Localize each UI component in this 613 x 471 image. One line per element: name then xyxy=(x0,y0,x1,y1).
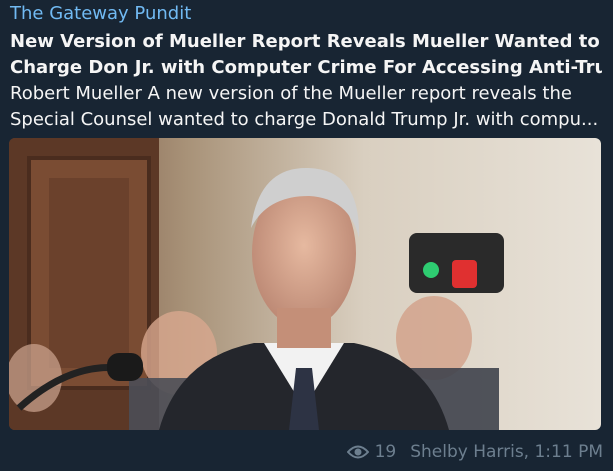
link-preview-description: Robert Mueller A new version of the Muel… xyxy=(10,81,602,133)
summary-line-1: Robert Mueller A new version of the Muel… xyxy=(10,83,572,104)
link-preview-title[interactable]: New Version of Mueller Report Reveals Mu… xyxy=(10,29,602,81)
summary-line-2: Special Counsel wanted to charge Donald … xyxy=(10,109,599,130)
message-bubble[interactable]: The Gateway Pundit New Version of Muelle… xyxy=(0,0,613,471)
preview-image[interactable] xyxy=(9,138,601,430)
headline-line-2: Charge Don Jr. with Computer Crime For A… xyxy=(10,57,602,78)
author-timestamp: Shelby Harris, 1:11 PM xyxy=(410,442,603,462)
message-meta: 19 Shelby Harris, 1:11 PM xyxy=(346,440,603,464)
channel-name[interactable]: The Gateway Pundit xyxy=(10,3,191,25)
headline-line-1: New Version of Mueller Report Reveals Mu… xyxy=(10,31,600,52)
eye-icon xyxy=(346,445,369,459)
view-count: 19 xyxy=(374,442,397,462)
